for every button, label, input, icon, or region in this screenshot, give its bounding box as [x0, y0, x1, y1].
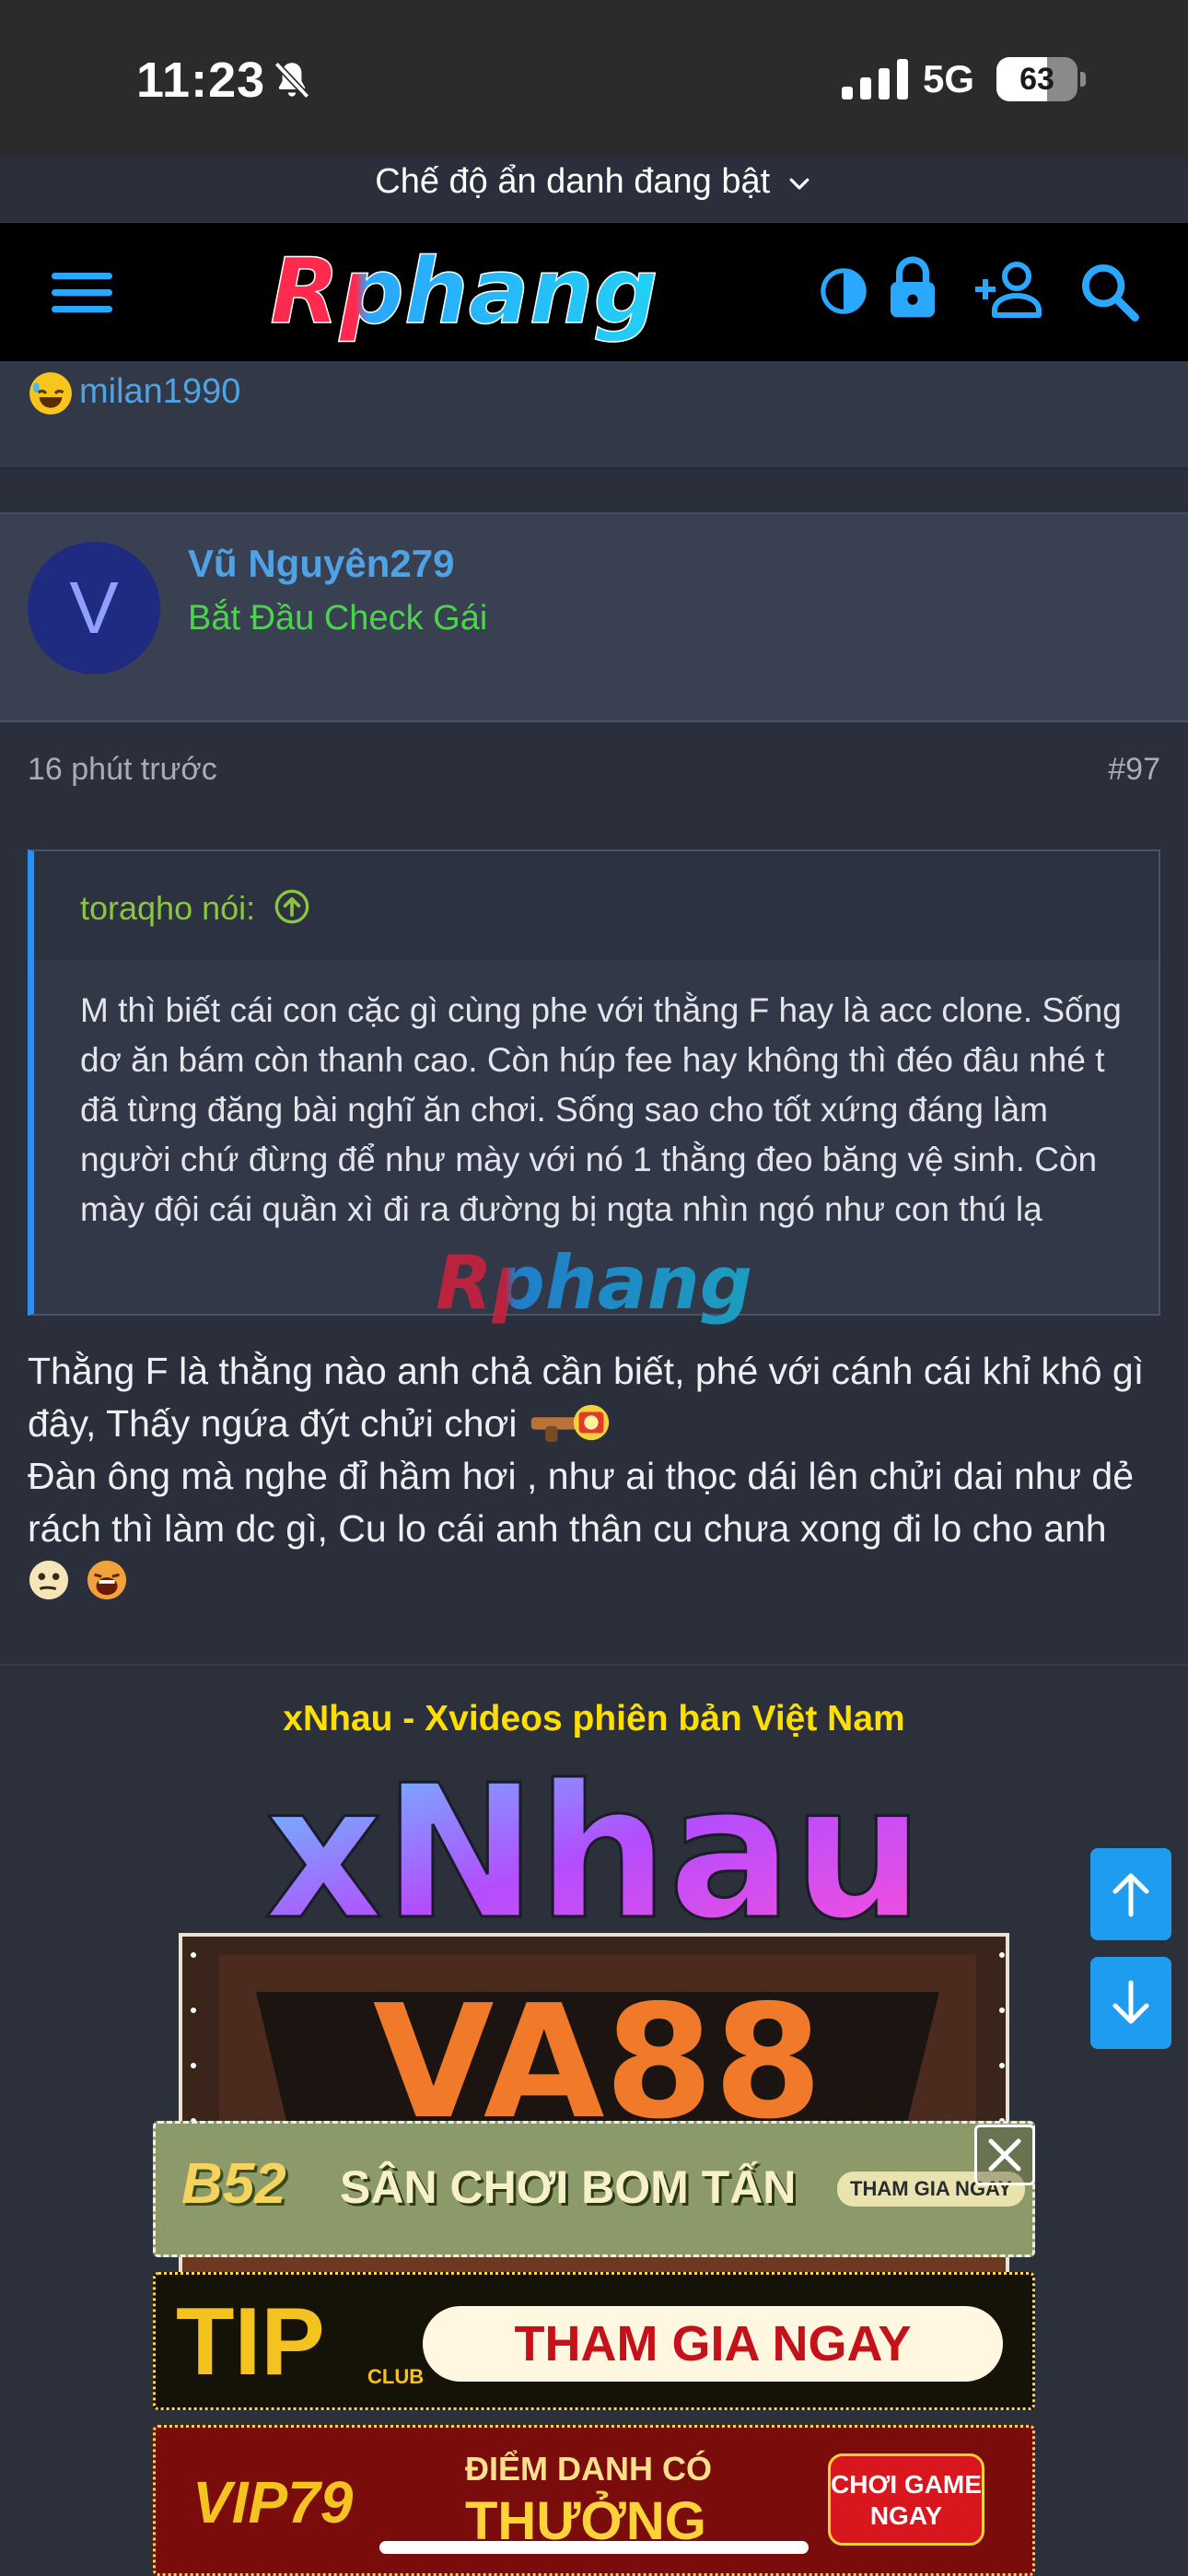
tip-club-ad-banner[interactable]: TIP CLUB THAM GIA NGAY	[153, 2272, 1035, 2410]
arrow-up-circle-icon[interactable]	[274, 888, 310, 925]
tip-cta: THAM GIA NGAY	[423, 2306, 1003, 2382]
laughing-emoji-icon	[29, 372, 72, 415]
theme-toggle-icon[interactable]	[818, 265, 869, 317]
search-icon[interactable]	[1079, 262, 1140, 322]
menu-icon[interactable]	[52, 265, 112, 319]
signal-bars-icon	[842, 59, 908, 100]
post-author-username[interactable]: Vũ Nguyên279	[188, 542, 454, 586]
post-body-line-2: Đàn ông mà nghe đỉ hầm hơi , như ai thọc…	[28, 1455, 1135, 1550]
b52-slogan: SÂN CHƠI BOM TẤN	[340, 2161, 797, 2213]
thinking-emoji-icon	[29, 1560, 69, 1600]
ad-headline-link[interactable]: xNhau - Xvideos phiên bản Việt Nam	[0, 1699, 1188, 1739]
vip79-line-1: ĐIỂM DANH CÓ	[465, 2450, 712, 2488]
site-logo[interactable]: Rphang	[197, 243, 731, 345]
quote-text: M thì biết cái con cặc gì cùng phe với t…	[80, 991, 1122, 1228]
previous-post-reactions: milan1990	[0, 361, 1188, 470]
arrow-down-icon	[1112, 1980, 1149, 2024]
bell-slash-icon	[274, 61, 310, 100]
vip79-brand: VIP79	[192, 2469, 354, 2535]
post-number-link[interactable]: #97	[1108, 752, 1160, 788]
incognito-label: Chế độ ẩn danh đang bật	[375, 162, 771, 201]
post-paragraph: Thằng F là thằng nào anh chả cần biết, p…	[28, 1345, 1170, 1450]
quote-author-link[interactable]: toraqho nói:	[80, 888, 310, 928]
post-author-title: Bắt Đầu Check Gái	[188, 599, 488, 638]
logo-text: Rphang	[270, 243, 658, 345]
site-header: Rphang	[0, 223, 1188, 361]
post-paragraph: Đàn ông mà nghe đỉ hầm hơi , như ai thọc…	[28, 1450, 1170, 1555]
quote-header: toraqho nói:	[34, 851, 1159, 960]
avatar[interactable]: V	[28, 542, 160, 674]
b52-brand: B52	[181, 2152, 286, 2216]
quote-author-label: toraqho nói:	[80, 889, 256, 927]
clock-time: 11:23	[136, 53, 266, 108]
post-author-header: V Vũ Nguyên279 Bắt Đầu Check Gái	[0, 512, 1188, 722]
scroll-to-bottom-button[interactable]	[1090, 1957, 1171, 2049]
home-indicator[interactable]	[379, 2541, 809, 2554]
post-message-body: Thằng F là thằng nào anh chả cần biết, p…	[28, 1345, 1170, 1608]
reactor-username-link[interactable]: milan1990	[79, 372, 240, 412]
close-ad-button[interactable]	[974, 2125, 1035, 2185]
ios-status-bar: 11:23 5G 63 Chế độ ẩn danh đang bật	[0, 0, 1188, 201]
battery-icon: 63	[996, 57, 1086, 101]
incognito-mode-toggle[interactable]: Chế độ ẩn danh đang bật	[0, 162, 1188, 202]
lock-icon[interactable]	[886, 254, 939, 321]
tip-brand: TIP	[176, 2289, 325, 2395]
battery-percentage: 63	[1019, 62, 1054, 97]
emoji-row	[28, 1555, 1170, 1608]
chevron-down-icon	[789, 178, 809, 190]
watermark-logo: Rphang	[436, 1240, 752, 1326]
svg-text:Rphang: Rphang	[436, 1240, 752, 1326]
firing-gun-emoji-icon	[530, 1404, 610, 1443]
tip-sub: CLUB	[367, 2365, 425, 2388]
network-type: 5G	[923, 57, 975, 100]
user-add-icon[interactable]	[974, 260, 1044, 319]
b52-ad-banner[interactable]: B52 SÂN CHƠI BOM TẤN THAM GIA NGAY	[153, 2121, 1035, 2257]
vip79-cta: CHƠI GAME NGAY	[828, 2453, 984, 2546]
close-icon	[988, 2138, 1021, 2172]
arrow-up-icon	[1112, 1873, 1149, 1917]
scroll-to-top-button[interactable]	[1090, 1848, 1171, 1940]
post-timestamp[interactable]: 16 phút trước	[28, 752, 217, 788]
xnhau-banner[interactable]: xNhau	[249, 1741, 939, 1936]
screaming-emoji-icon	[87, 1560, 127, 1600]
